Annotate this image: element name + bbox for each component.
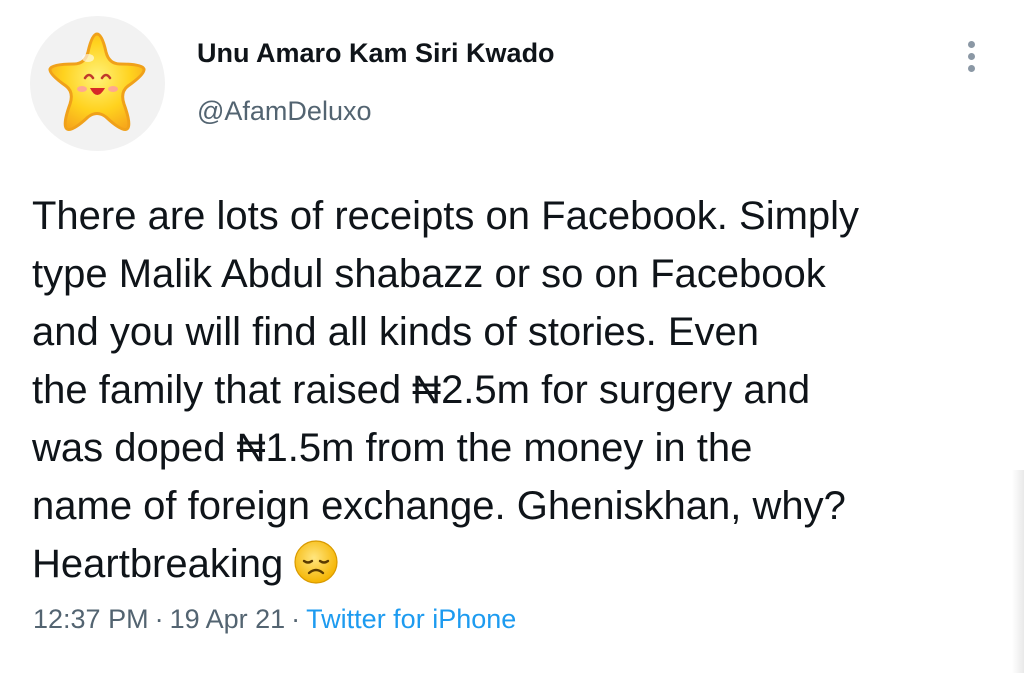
tweet-line: There are lots of receipts on Facebook. … [32,194,860,238]
author-handle[interactable]: @AfamDeluxo [197,96,371,127]
tweet-line: the family that raised ₦2.5m for surgery… [32,368,811,412]
page-edge-shadow [1012,470,1024,673]
avatar[interactable] [30,16,165,151]
tweet-line: was doped ₦1.5m from the money in the [32,426,753,470]
tweet-time[interactable]: 12:37 PM [33,604,149,634]
disappointed-face-icon [294,540,338,584]
tweet-line: Heartbreaking [32,542,284,586]
smiling-star-avatar-icon [48,32,146,131]
tweet-date[interactable]: 19 Apr 21 [170,604,286,634]
meta-separator: · [154,604,164,634]
author-display-name[interactable]: Unu Amaro Kam Siri Kwado [197,38,555,69]
menu-dot [968,53,975,60]
menu-dot [968,65,975,72]
tweet-card: Unu Amaro Kam Siri Kwado @AfamDeluxo The… [0,0,1024,673]
menu-dot [968,41,975,48]
tweet-text: There are lots of receipts on Facebook. … [32,187,992,593]
tweet-last-line: Heartbreaking [32,535,992,593]
meta-separator: · [291,604,301,634]
tweet-line: type Malik Abdul shabazz or so on Facebo… [32,252,826,296]
tweet-metadata: 12:37 PM · 19 Apr 21 · Twitter for iPhone [33,604,516,635]
tweet-source-link[interactable]: Twitter for iPhone [306,604,516,634]
tweet-line: and you will find all kinds of stories. … [32,310,760,354]
tweet-line: name of foreign exchange. Gheniskhan, wh… [32,484,846,528]
more-vertical-icon[interactable] [950,32,994,80]
